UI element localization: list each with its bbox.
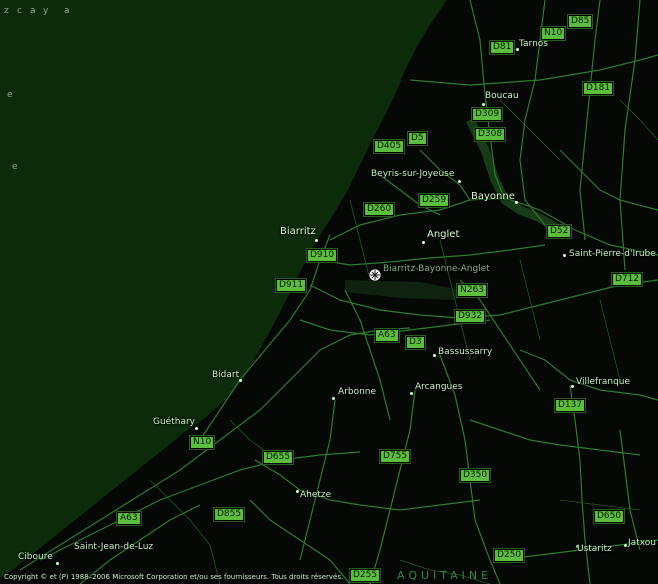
place-label-ciboure[interactable]: Ciboure <box>18 552 53 562</box>
place-label-bassussarry[interactable]: Bassussarry <box>438 347 492 357</box>
road-shield-d3[interactable]: D3 <box>406 336 425 349</box>
road-shield-d855[interactable]: D855 <box>214 508 245 521</box>
road-shield-d655[interactable]: D655 <box>263 451 294 464</box>
road-shield-d5[interactable]: D5 <box>408 132 427 145</box>
place-dot <box>482 103 485 106</box>
sea-label-letter: a <box>64 6 70 16</box>
place-label-ustaritz[interactable]: Ustaritz <box>577 544 612 554</box>
place-dot <box>433 354 436 357</box>
road-shield-d85[interactable]: D85 <box>568 15 593 28</box>
road-shield-n263[interactable]: N263 <box>457 284 487 297</box>
place-dot <box>515 201 518 204</box>
map-canvas[interactable]: z c a y a e e Tarnos Boucau Beyris-sur-J… <box>0 0 658 584</box>
road-shield-n10[interactable]: N10 <box>541 27 566 40</box>
road-shield-a63[interactable]: A63 <box>375 329 399 342</box>
place-dot <box>410 392 413 395</box>
sea-label-letter: z <box>4 6 9 16</box>
place-label-jatxou[interactable]: Jatxou <box>628 538 656 548</box>
copyright-notice: Copyright © et (P) 1988–2006 Microsoft C… <box>4 573 344 581</box>
place-label-villefranque[interactable]: Villefranque <box>576 377 630 387</box>
place-label-saint-jean[interactable]: Saint-Jean-de-Luz <box>74 542 153 552</box>
place-dot <box>624 544 627 547</box>
road-shield-d137[interactable]: D137 <box>555 399 586 412</box>
place-label-airport[interactable]: Biarritz-Bayonne-Anglet <box>383 264 490 274</box>
road-shield-d52[interactable]: D52 <box>547 225 572 238</box>
place-label-anglet[interactable]: Anglet <box>427 230 459 240</box>
place-dot <box>195 427 198 430</box>
sea-label-letter: a <box>30 6 36 16</box>
road-shield-d181[interactable]: D181 <box>583 82 614 95</box>
road-shield-d260[interactable]: D260 <box>364 203 395 216</box>
region-label: AQUITAINE <box>397 569 493 582</box>
place-dot <box>563 254 566 257</box>
airport-icon[interactable] <box>368 268 382 282</box>
sea-label-letter: c <box>17 6 22 16</box>
road-shield-d308[interactable]: D308 <box>475 128 506 141</box>
road-shield-d712[interactable]: D712 <box>612 273 643 286</box>
place-label-guethary[interactable]: Guéthary <box>153 417 195 427</box>
place-dot <box>296 490 299 493</box>
place-label-ahetze[interactable]: Ahetze <box>300 490 331 500</box>
place-label-boucau[interactable]: Boucau <box>485 91 519 101</box>
road-shield-d250[interactable]: D250 <box>494 549 525 562</box>
road-shield-d932[interactable]: D932 <box>455 310 486 323</box>
place-label-tarnos[interactable]: Tarnos <box>519 39 548 49</box>
place-dot <box>458 180 461 183</box>
road-shield-d910[interactable]: D910 <box>307 249 338 262</box>
place-dot <box>315 239 318 242</box>
sea-label-letter: e <box>7 90 13 100</box>
place-label-biarritz[interactable]: Biarritz <box>280 227 316 237</box>
road-shield-d350[interactable]: D350 <box>460 469 491 482</box>
road-shield-d81[interactable]: D81 <box>490 41 515 54</box>
road-shield-d255[interactable]: D255 <box>350 569 381 582</box>
place-dot <box>332 397 335 400</box>
road-shield-n10[interactable]: N10 <box>190 436 215 449</box>
road-shield-d650[interactable]: D650 <box>594 510 625 523</box>
place-dot <box>422 241 425 244</box>
place-label-arcangues[interactable]: Arcangues <box>415 382 462 392</box>
place-dot <box>571 385 574 388</box>
place-dot <box>239 379 242 382</box>
road-shield-d755[interactable]: D755 <box>380 450 411 463</box>
place-label-bidart[interactable]: Bidart <box>212 370 239 380</box>
road-shield-d405[interactable]: D405 <box>374 140 405 153</box>
road-shield-a63[interactable]: A63 <box>117 512 141 525</box>
place-dot <box>56 562 59 565</box>
airport-area <box>345 280 460 300</box>
road-shield-d309[interactable]: D309 <box>472 108 503 121</box>
place-label-beyris[interactable]: Beyris-sur-Joyeuse <box>371 169 454 179</box>
road-shield-d259[interactable]: D259 <box>419 194 450 207</box>
road-shield-d911[interactable]: D911 <box>276 279 307 292</box>
sea-label-letter: e <box>12 162 18 172</box>
place-label-arbonne[interactable]: Arbonne <box>338 387 376 397</box>
place-label-bayonne[interactable]: Bayonne <box>471 192 515 202</box>
place-label-saint-pierre[interactable]: Saint-Pierre-d'Irube <box>569 249 656 259</box>
sea-label-letter: y <box>43 6 49 16</box>
